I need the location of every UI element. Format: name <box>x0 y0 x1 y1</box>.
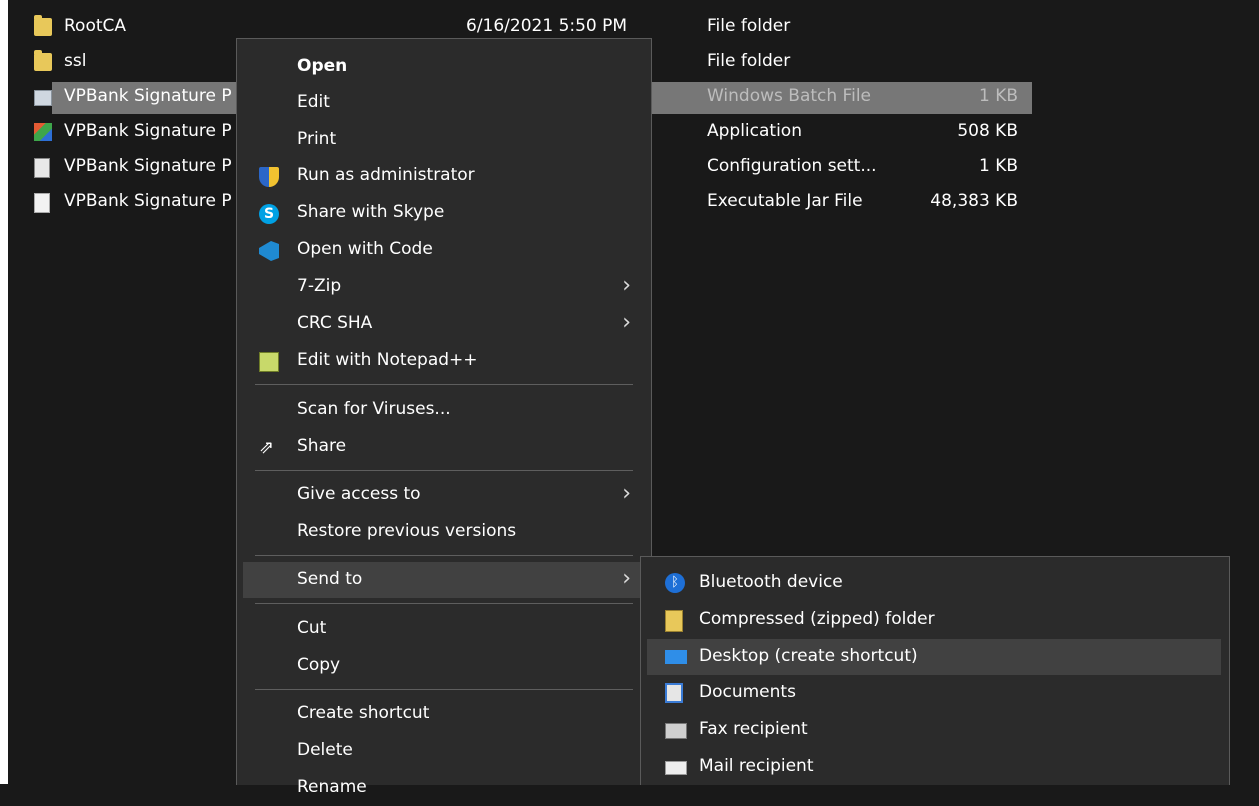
menu-item-create-shortcut[interactable]: Create shortcut <box>243 696 645 732</box>
menu-separator <box>255 555 633 556</box>
menu-item-scan-viruses[interactable]: Scan for Viruses... <box>243 392 645 428</box>
file-size: 1 KB <box>978 86 1018 106</box>
menu-separator <box>255 603 633 604</box>
uac-shield-icon <box>259 167 279 187</box>
menu-item-label: Share <box>297 436 347 456</box>
menu-item-label: CRC SHA <box>297 313 373 333</box>
file-name: VPBank Signature P <box>64 121 232 141</box>
menu-item-edit[interactable]: Edit <box>243 85 645 121</box>
menu-item-label: Restore previous versions <box>297 521 517 541</box>
menu-item-label: Copy <box>297 655 341 675</box>
submenu-item-label: Fax recipient <box>699 719 808 739</box>
file-type: File folder <box>707 51 791 71</box>
menu-item-open[interactable]: Open <box>243 49 645 85</box>
menu-item-label: Edit with Notepad++ <box>297 350 478 370</box>
send-to-fax[interactable]: Fax recipient <box>647 712 1221 748</box>
menu-item-label: Open <box>297 56 348 76</box>
share-icon: ⇗ <box>259 437 275 458</box>
zip-folder-icon <box>665 610 683 632</box>
file-name: VPBank Signature P <box>64 191 232 211</box>
file-name: ssl <box>64 51 87 71</box>
file-type: Application <box>707 121 802 141</box>
menu-item-give-access[interactable]: Give access to › <box>243 477 645 513</box>
chevron-right-icon: › <box>622 310 631 335</box>
menu-item-open-with-code[interactable]: Open with Code <box>243 232 645 268</box>
menu-item-label: Give access to <box>297 484 421 504</box>
menu-item-delete[interactable]: Delete <box>243 733 645 769</box>
batch-file-icon <box>34 90 52 106</box>
submenu-item-label: Mail recipient <box>699 756 814 776</box>
menu-item-label: Delete <box>297 740 353 760</box>
menu-item-edit-notepadpp[interactable]: Edit with Notepad++ <box>243 343 645 379</box>
desktop-icon <box>665 650 687 664</box>
application-icon <box>34 123 52 141</box>
menu-item-7zip[interactable]: 7-Zip › <box>243 269 645 305</box>
menu-item-share[interactable]: ⇗ Share <box>243 429 645 465</box>
vscode-icon <box>259 241 279 261</box>
menu-item-label: Edit <box>297 92 330 112</box>
file-name: RootCA <box>64 16 127 36</box>
menu-item-label: 7-Zip <box>297 276 342 296</box>
file-size: 48,383 KB <box>930 191 1018 211</box>
menu-item-label: Print <box>297 129 337 149</box>
jar-file-icon <box>34 193 50 213</box>
menu-item-rename[interactable]: Rename <box>243 770 645 806</box>
menu-item-label: Send to <box>297 569 363 589</box>
menu-item-restore-versions[interactable]: Restore previous versions <box>243 514 645 550</box>
menu-item-send-to[interactable]: Send to › <box>243 562 645 598</box>
file-type: Configuration sett... <box>707 156 877 176</box>
window-left-edge <box>0 0 8 784</box>
chevron-right-icon: › <box>622 273 631 298</box>
submenu-item-label: Compressed (zipped) folder <box>699 609 935 629</box>
skype-icon: S <box>259 204 279 224</box>
send-to-submenu: ᛒ Bluetooth device Compressed (zipped) f… <box>640 556 1230 785</box>
folder-icon <box>34 15 52 36</box>
submenu-item-label: Desktop (create shortcut) <box>699 646 918 666</box>
file-type: File folder <box>707 16 791 36</box>
chevron-right-icon: › <box>622 566 631 591</box>
menu-item-label: Open with Code <box>297 239 433 259</box>
file-date: 6/16/2021 5:50 PM <box>466 16 628 36</box>
menu-item-print[interactable]: Print <box>243 122 645 158</box>
submenu-item-label: Documents <box>699 682 796 702</box>
chevron-right-icon: › <box>622 481 631 506</box>
menu-item-run-as-admin[interactable]: Run as administrator <box>243 158 645 194</box>
menu-item-copy[interactable]: Copy <box>243 648 645 684</box>
menu-item-label: Scan for Viruses... <box>297 399 451 419</box>
submenu-item-label: Bluetooth device <box>699 572 843 592</box>
menu-item-share-skype[interactable]: S Share with Skype <box>243 195 645 231</box>
file-size: 1 KB <box>978 156 1018 176</box>
send-to-desktop[interactable]: Desktop (create shortcut) <box>647 639 1221 675</box>
fax-icon <box>665 723 687 739</box>
send-to-compressed-folder[interactable]: Compressed (zipped) folder <box>647 602 1221 638</box>
file-name: VPBank Signature P <box>64 86 232 106</box>
menu-separator <box>255 470 633 471</box>
documents-icon <box>665 683 683 703</box>
folder-icon <box>34 50 52 71</box>
menu-item-cut[interactable]: Cut <box>243 611 645 647</box>
menu-item-label: Create shortcut <box>297 703 430 723</box>
mail-icon <box>665 761 687 775</box>
menu-item-label: Share with Skype <box>297 202 445 222</box>
bluetooth-icon: ᛒ <box>665 573 685 593</box>
config-file-icon <box>34 158 50 178</box>
context-menu: Open Edit Print Run as administrator S S… <box>236 38 652 797</box>
file-size: 508 KB <box>957 121 1018 141</box>
send-to-documents[interactable]: Documents <box>647 675 1221 711</box>
notepadpp-icon <box>259 352 279 372</box>
menu-item-label: Run as administrator <box>297 165 475 185</box>
menu-item-label: Rename <box>297 777 367 797</box>
menu-item-label: Cut <box>297 618 327 638</box>
menu-separator <box>255 689 633 690</box>
file-type: Windows Batch File <box>707 86 872 106</box>
menu-item-crc-sha[interactable]: CRC SHA › <box>243 306 645 342</box>
file-name: VPBank Signature P <box>64 156 232 176</box>
menu-separator <box>255 384 633 385</box>
send-to-mail[interactable]: Mail recipient <box>647 749 1221 785</box>
send-to-bluetooth[interactable]: ᛒ Bluetooth device <box>647 565 1221 601</box>
file-type: Executable Jar File <box>707 191 863 211</box>
